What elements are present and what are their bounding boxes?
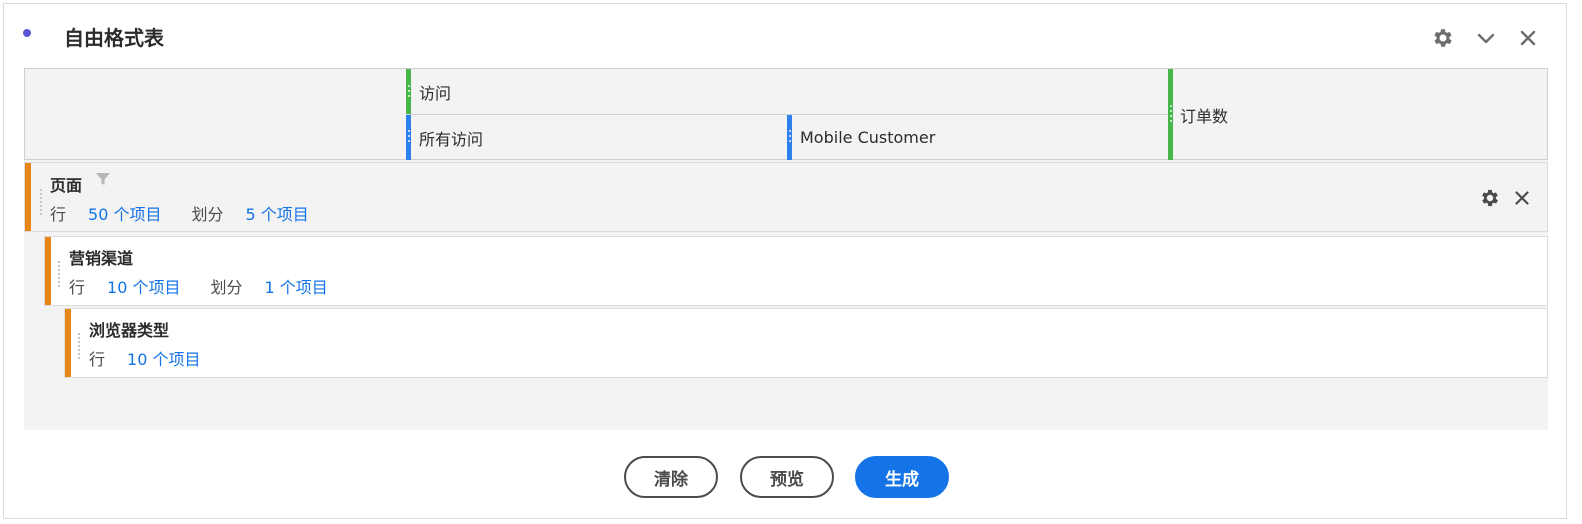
column-metric-orders[interactable]: 订单数 <box>1180 69 1228 160</box>
chevron-down-icon[interactable] <box>1474 26 1498 50</box>
row-dimension-area: 页面 行 50 个项目 划分 5 个项目 营销渠道 行 10 个项目 划分 1 … <box>24 160 1548 430</box>
column-header-area: 访问 所有访问 Mobile Customer 订单数 <box>24 68 1548 160</box>
row-dimension-name: 浏览器类型 <box>89 321 170 340</box>
metric-drag-handle[interactable] <box>1168 69 1173 160</box>
clear-button[interactable]: 清除 <box>624 456 718 498</box>
drag-handle[interactable] <box>40 189 42 215</box>
segment-drag-handle[interactable] <box>787 115 792 160</box>
drag-handle[interactable] <box>78 333 80 359</box>
row-count-link[interactable]: 10 个项目 <box>127 346 200 370</box>
close-icon[interactable] <box>1511 187 1533 209</box>
panel-title: 自由格式表 <box>64 26 164 50</box>
row-count-link[interactable]: 10 个项目 <box>107 274 180 298</box>
gear-icon[interactable] <box>1479 187 1501 209</box>
breakdown-count-link[interactable]: 1 个项目 <box>264 274 327 298</box>
breakdown-count-link[interactable]: 5 个项目 <box>245 201 308 225</box>
dimension-indicator-bar <box>25 163 31 231</box>
column-segment-all-visits[interactable]: 所有访问 <box>419 115 483 160</box>
close-icon[interactable] <box>1516 26 1540 50</box>
panel-indicator-dot <box>23 29 31 37</box>
row-dimension-page[interactable]: 页面 行 50 个项目 划分 5 个项目 <box>24 162 1548 232</box>
metric-drag-handle[interactable] <box>406 69 411 114</box>
preview-button[interactable]: 预览 <box>740 456 834 498</box>
row-dimension-name: 页面 <box>50 176 83 195</box>
segment-drag-handle[interactable] <box>406 115 411 160</box>
column-metric-visits[interactable]: 访问 <box>419 69 451 114</box>
dimension-indicator-bar <box>45 237 51 305</box>
row-label: 行 <box>69 278 86 297</box>
drag-handle[interactable] <box>58 261 60 287</box>
row-count-link[interactable]: 50 个项目 <box>88 201 161 225</box>
row-dimension-browser-type[interactable]: 浏览器类型 行 10 个项目 <box>64 308 1548 378</box>
breakdown-label: 划分 <box>210 278 243 297</box>
breakdown-label: 划分 <box>191 205 224 224</box>
row-dimension-marketing-channel[interactable]: 营销渠道 行 10 个项目 划分 1 个项目 <box>44 236 1548 306</box>
column-segment-mobile-customer[interactable]: Mobile Customer <box>800 115 935 160</box>
row-label: 行 <box>50 205 67 224</box>
row-label: 行 <box>89 350 106 369</box>
dimension-indicator-bar <box>65 309 71 377</box>
gear-icon[interactable] <box>1431 26 1455 50</box>
filter-icon[interactable] <box>95 171 111 187</box>
build-button[interactable]: 生成 <box>855 456 949 498</box>
freeform-table-panel: 自由格式表 访问 所有访问 Mobile Customer 订单数 页面 行 5… <box>3 3 1567 519</box>
row-dimension-name: 营销渠道 <box>69 249 134 268</box>
